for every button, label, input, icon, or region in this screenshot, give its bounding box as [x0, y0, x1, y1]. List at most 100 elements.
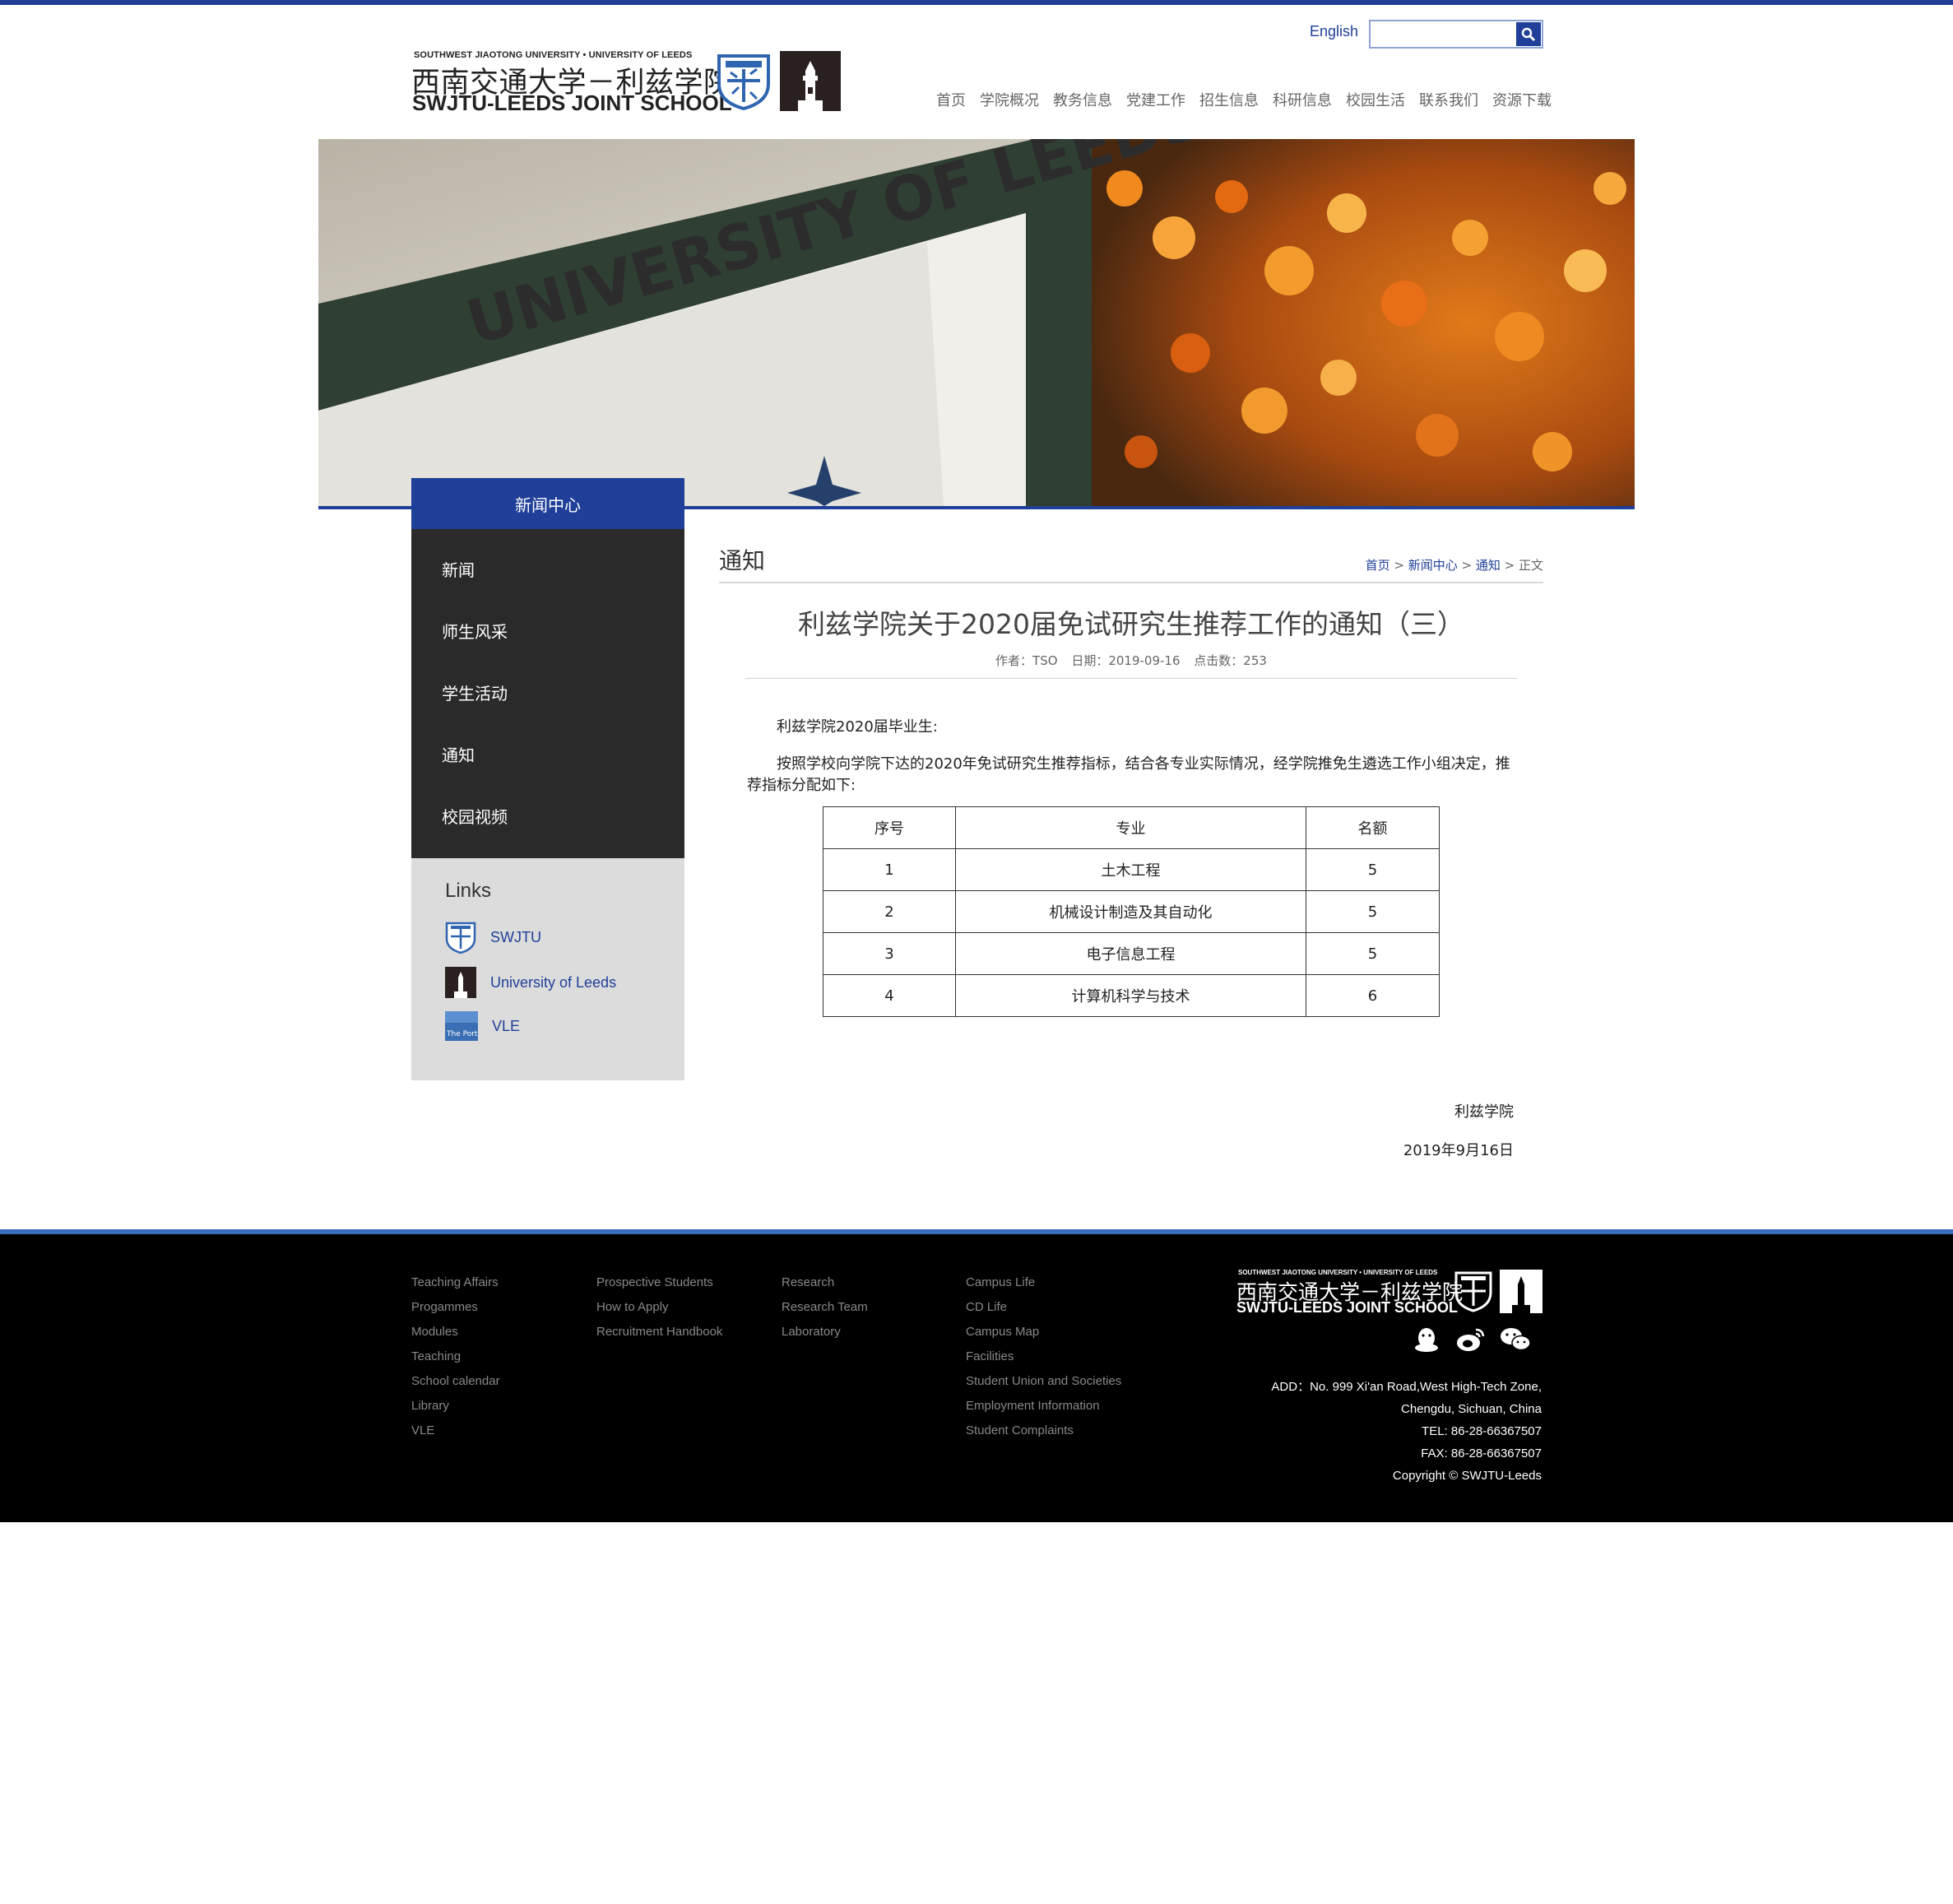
table-cell: 2: [823, 890, 956, 933]
english-language-link[interactable]: English: [1310, 23, 1358, 40]
swjtu-seal-icon: [445, 922, 476, 954]
school-logo[interactable]: SOUTHWEST JIAOTONG UNIVERSITY • UNIVERSI…: [411, 49, 841, 115]
qq-icon[interactable]: [1410, 1325, 1443, 1354]
table-cell: 5: [1306, 890, 1440, 933]
footer-column-admissions: Prospective Students How to Apply Recrui…: [596, 1270, 722, 1344]
breadcrumb-home[interactable]: 首页: [1366, 558, 1390, 573]
nav-downloads[interactable]: 资源下载: [1492, 89, 1552, 110]
search-icon: [1521, 27, 1536, 41]
main-navigation: 首页 学院概况 教务信息 党建工作 招生信息 科研信息 校园生活 联系我们 资源…: [936, 89, 1552, 110]
footer-link[interactable]: School calendar: [411, 1369, 500, 1394]
sidebar-item-videos[interactable]: 校园视频: [442, 804, 508, 828]
leeds-tower-icon: [780, 51, 841, 111]
footer-link[interactable]: Student Union and Societies: [966, 1369, 1121, 1394]
article-date: 日期：2019-09-16: [1071, 653, 1181, 668]
nav-party-work[interactable]: 党建工作: [1126, 89, 1185, 110]
article-signature: 利兹学院: [1454, 1103, 1514, 1121]
footer-link[interactable]: Prospective Students: [596, 1270, 722, 1295]
footer-link[interactable]: Student Complaints: [966, 1419, 1121, 1443]
nav-admissions[interactable]: 招生信息: [1199, 89, 1259, 110]
footer-logo[interactable]: SOUTHWEST JIAOTONG UNIVERSITY • UNIVERSI…: [1236, 1269, 1542, 1316]
sidebar-item-people[interactable]: 师生风采: [442, 619, 508, 643]
nav-research[interactable]: 科研信息: [1273, 89, 1332, 110]
nav-home[interactable]: 首页: [936, 89, 966, 110]
footer-link[interactable]: Research Team: [782, 1295, 868, 1320]
section-title: 通知: [719, 547, 766, 574]
breadcrumb-separator: >: [1500, 558, 1519, 573]
article-views: 点击数：253: [1194, 653, 1267, 668]
nav-campus-life[interactable]: 校园生活: [1346, 89, 1405, 110]
footer-copyright: Copyright © SWJTU-Leeds: [1392, 1469, 1542, 1483]
breadcrumb-notices[interactable]: 通知: [1476, 558, 1501, 573]
footer-link[interactable]: Teaching Affairs: [411, 1270, 500, 1295]
article-sign-date: 2019年9月16日: [1403, 1142, 1514, 1159]
breadcrumb-news-center[interactable]: 新闻中心: [1408, 558, 1458, 573]
footer-link[interactable]: Research: [782, 1270, 868, 1295]
leeds-tower-icon: [1500, 1270, 1542, 1313]
table-row: 3 电子信息工程 5: [823, 932, 1440, 975]
footer-link[interactable]: Library: [411, 1394, 500, 1419]
breadcrumb-current: 正文: [1518, 558, 1543, 573]
footer-link[interactable]: Facilities: [966, 1344, 1121, 1369]
footer-link[interactable]: CD Life: [966, 1295, 1121, 1320]
search-box: [1369, 20, 1543, 49]
leeds-tower-icon: [445, 967, 476, 998]
footer-link[interactable]: Teaching: [411, 1344, 500, 1369]
meta-divider: [745, 678, 1517, 679]
table-header: 序号: [823, 806, 956, 849]
footer-link[interactable]: Progammes: [411, 1295, 500, 1320]
sidebar-item-news[interactable]: 新闻: [442, 557, 475, 581]
table-cell: 机械设计制造及其自动化: [955, 890, 1306, 933]
footer-column-campus-life: Campus Life CD Life Campus Map Facilitie…: [966, 1270, 1121, 1443]
footer-link[interactable]: Laboratory: [782, 1320, 868, 1344]
footer-link[interactable]: Employment Information: [966, 1394, 1121, 1419]
table-cell: 5: [1306, 932, 1440, 975]
weibo-icon[interactable]: [1454, 1325, 1487, 1354]
footer-logo-name-en: SWJTU-LEEDS JOINT SCHOOL: [1236, 1299, 1459, 1316]
nav-about[interactable]: 学院概况: [980, 89, 1039, 110]
top-accent-bar: [0, 0, 1953, 5]
address-line-2: Chengdu, Sichuan, China: [1401, 1402, 1542, 1416]
table-row: 1 土木工程 5: [823, 848, 1440, 891]
footer-link[interactable]: Modules: [411, 1320, 500, 1344]
link-label: SWJTU: [490, 928, 541, 945]
footer-fax: FAX: 86-28-66367507: [1421, 1447, 1542, 1461]
footer-link[interactable]: VLE: [411, 1419, 500, 1443]
link-university-of-leeds[interactable]: University of Leeds: [445, 967, 616, 998]
links-panel: Links SWJTU University of Leeds The Port…: [411, 858, 684, 1080]
table-cell: 土木工程: [955, 848, 1306, 891]
article-meta: 作者：TSO 日期：2019-09-16 点击数：253: [719, 652, 1543, 669]
swjtu-seal-icon: [1454, 1271, 1492, 1312]
sidebar-menu: 新闻 师生风采 学生活动 通知 校园视频: [411, 529, 684, 858]
footer-link[interactable]: Recruitment Handbook: [596, 1320, 722, 1344]
search-input[interactable]: [1372, 23, 1512, 45]
wechat-icon[interactable]: [1499, 1325, 1532, 1354]
table-header-row: 序号 专业 名额: [823, 806, 1440, 849]
swjtu-seal-icon: [717, 54, 770, 110]
nav-academic-affairs[interactable]: 教务信息: [1053, 89, 1112, 110]
svg-text:The Portal: The Portal: [446, 1030, 478, 1038]
article-title: 利兹学院关于2020届免试研究生推荐工作的通知（三）: [798, 608, 1464, 640]
footer-address: ADD：No. 999 Xi'an Road,West High-Tech Zo…: [1271, 1376, 1542, 1487]
sidebar-item-notices[interactable]: 通知: [442, 742, 475, 766]
banner-image: UNIVERSITY OF LEEDS: [318, 139, 1635, 506]
article-greeting: 利兹学院2020届毕业生:: [777, 718, 938, 736]
link-vle[interactable]: The Portal VLE: [445, 1011, 520, 1041]
footer-link[interactable]: How to Apply: [596, 1295, 722, 1320]
table-cell: 5: [1306, 848, 1440, 891]
table-cell: 3: [823, 932, 956, 975]
footer-link[interactable]: Campus Map: [966, 1320, 1121, 1344]
footer-logo-tagline: SOUTHWEST JIAOTONG UNIVERSITY • UNIVERSI…: [1238, 1269, 1438, 1276]
article-body: 按照学校向学院下达的2020年免试研究生推荐指标，结合各专业实际情况，经学院推免…: [747, 755, 1510, 794]
sidebar-item-activities[interactable]: 学生活动: [442, 680, 508, 704]
table-header: 专业: [955, 806, 1306, 849]
logo-name-en: SWJTU-LEEDS JOINT SCHOOL: [412, 91, 732, 115]
links-title: Links: [445, 880, 492, 902]
table-cell: 4: [823, 974, 956, 1017]
search-button[interactable]: [1516, 22, 1541, 46]
link-swjtu[interactable]: SWJTU: [445, 921, 541, 954]
link-label: University of Leeds: [490, 973, 617, 991]
footer: Teaching Affairs Progammes Modules Teach…: [0, 1234, 1953, 1522]
nav-contact[interactable]: 联系我们: [1419, 89, 1478, 110]
footer-link[interactable]: Campus Life: [966, 1270, 1121, 1295]
